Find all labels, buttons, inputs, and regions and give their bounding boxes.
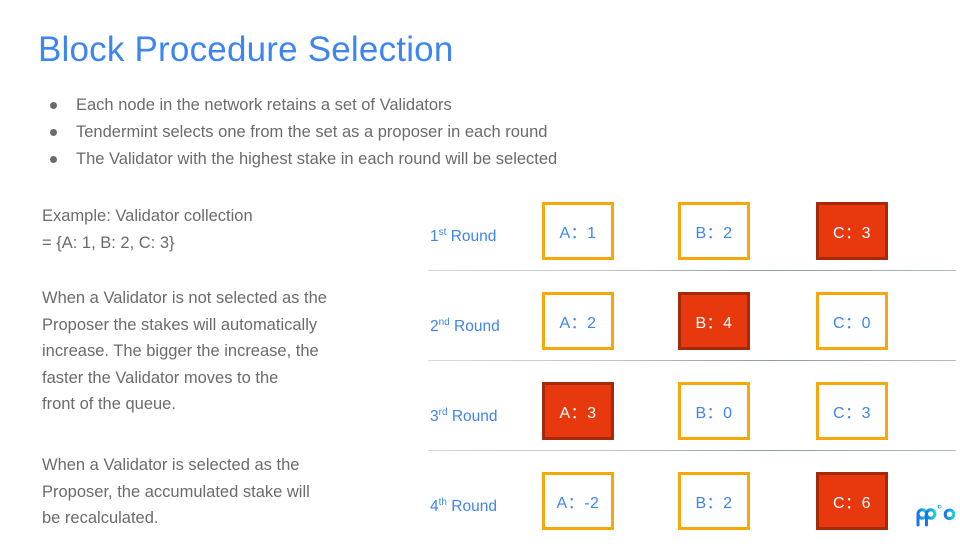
bullet-dot-icon [50,129,57,136]
row-divider [428,450,956,451]
round-suffix: Round [446,498,497,515]
stake-box-a[interactable]: A：-2 [542,472,614,530]
page-title: Block Procedure Selection [38,30,454,69]
stake-box-c[interactable]: C：3 [816,202,888,260]
round-ordinal: nd [438,316,450,328]
round-number: 4 [430,498,439,515]
round-number: 1 [430,228,439,245]
stake-box-c[interactable]: C：3 [816,382,888,440]
stake-box-a[interactable]: A：1 [542,202,614,260]
not-selected-paragraph: When a Validator is not selected as the … [42,285,402,418]
paragraph-line: Example: Validator collection [42,207,253,225]
bullet-item: Each node in the network retains a set o… [42,92,662,119]
paragraph-line: Proposer the stakes will automatically [42,315,318,334]
bullet-dot-icon [50,156,57,163]
bullet-item-label: Tendermint selects one from the set as a… [76,123,548,141]
stake-box-b[interactable]: B：4 [678,292,750,350]
stake-box-c[interactable]: C：6 [816,472,888,530]
bullet-list: Each node in the network retains a set o… [42,92,662,173]
paragraph-line: When a Validator is selected as the [42,456,300,474]
row-divider [428,360,956,361]
round-ordinal: th [438,496,447,508]
round-label: 1st Round [430,227,497,246]
round-ordinal: rd [438,406,448,418]
round-label: 2nd Round [430,316,500,336]
paragraph-line: faster the Validator moves to the [42,368,279,387]
bullet-item: Tendermint selects one from the set as a… [42,119,662,146]
round-number: 2 [430,318,439,335]
round-label: 3rd Round [430,406,498,426]
stake-box-c[interactable]: C：0 [816,292,888,350]
stake-box-b[interactable]: B：2 [678,472,750,530]
round-label: 4th Round [430,496,497,516]
round-number: 3 [430,408,439,425]
stake-box-b[interactable]: B：0 [678,382,750,440]
rounds-diagram: 1st Round A：1 B：2 C：3 2nd Round A：2 B：4 … [424,188,960,540]
bullet-item-label: The Validator with the highest stake in … [76,150,558,168]
ppio-logo-icon [916,505,955,527]
round-row: 4th Round A：-2 B：2 C：6 [424,458,960,546]
bullet-item: The Validator with the highest stake in … [42,146,662,173]
round-row: 3rd Round A：3 B：0 C：3 [424,368,960,456]
paragraph-line: When a Validator is not selected as the [42,289,327,307]
bullet-item-label: Each node in the network retains a set o… [76,96,452,114]
round-row: 1st Round A：1 B：2 C：3 [424,188,960,276]
row-divider [428,270,956,271]
stake-box-a[interactable]: A：3 [542,382,614,440]
example-paragraph: Example: Validator collection = {A: 1, B… [42,203,402,256]
round-suffix: Round [446,228,497,245]
bullet-dot-icon [50,102,57,109]
paragraph-line: be recalculated. [42,509,159,527]
round-suffix: Round [449,318,500,335]
stake-box-b[interactable]: B：2 [678,202,750,260]
paragraph-line: increase. The bigger the increase, the [42,342,319,360]
round-row: 2nd Round A：2 B：4 C：0 [424,278,960,366]
selected-paragraph: When a Validator is selected as the Prop… [42,452,402,532]
round-suffix: Round [447,408,498,425]
stake-box-a[interactable]: A：2 [542,292,614,350]
paragraph-line: Proposer, the accumulated stake will [42,482,310,501]
paragraph-line: front of the queue. [42,395,176,413]
paragraph-line: = {A: 1, B: 2, C: 3} [42,233,175,252]
